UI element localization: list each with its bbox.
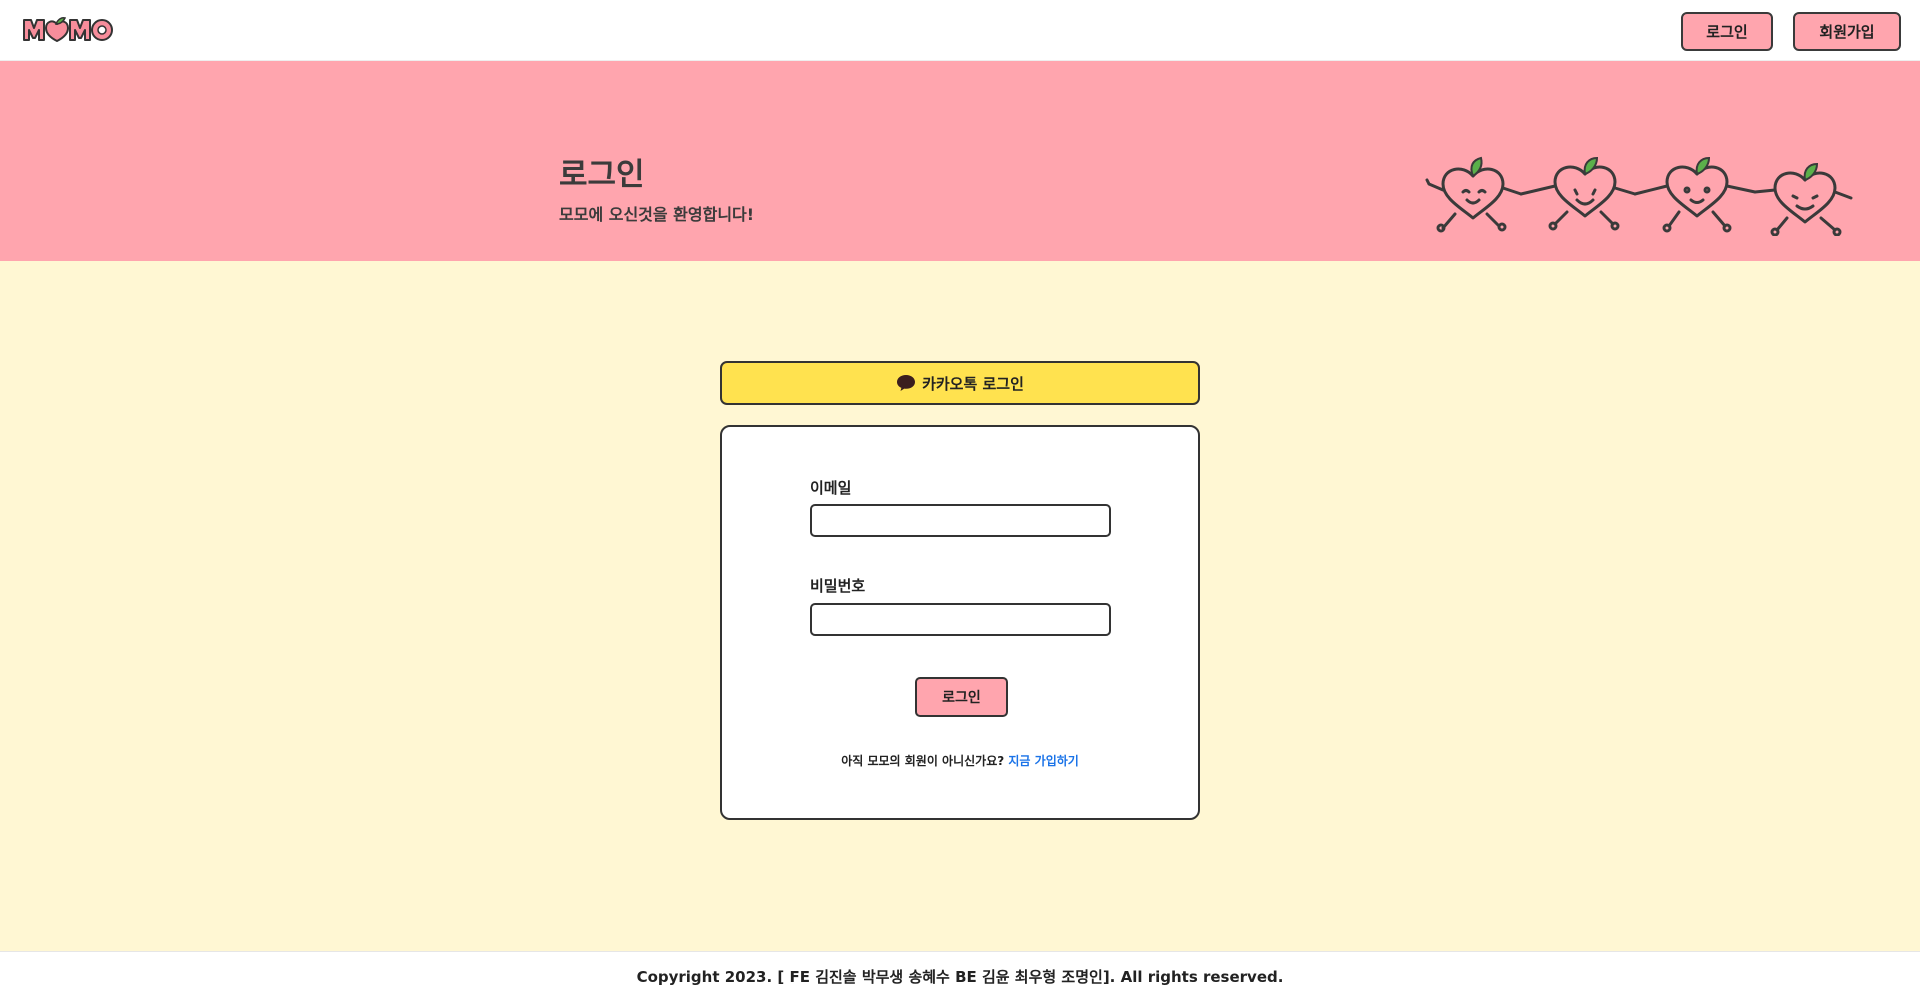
peach-characters-illustration [1425, 156, 1853, 236]
copyright-text: Copyright 2023. [ FE 김진솔 박무생 송혜수 BE 김윤 최… [636, 968, 1284, 986]
header-login-button[interactable]: 로그인 [1681, 12, 1773, 51]
page-subtitle: 모모에 오신것을 환영합니다! [559, 205, 755, 224]
speech-bubble-icon [897, 375, 916, 391]
top-header: 로그인 회원가입 [0, 0, 1920, 61]
kakao-login-label: 카카오톡 로그인 [922, 374, 1024, 393]
password-field[interactable] [810, 603, 1111, 636]
email-field[interactable] [810, 504, 1111, 537]
page-title: 로그인 [559, 157, 645, 193]
signup-prompt-line: 아직 모모의 회원이 아니신가요? 지금 가입하기 [722, 752, 1198, 769]
momo-logo-icon [23, 17, 113, 42]
header-signup-button[interactable]: 회원가입 [1793, 12, 1901, 51]
page-footer: Copyright 2023. [ FE 김진솔 박무생 송혜수 BE 김윤 최… [0, 951, 1920, 1000]
kakao-login-button[interactable]: 카카오톡 로그인 [720, 361, 1200, 405]
login-card: 이메일 비밀번호 로그인 아직 모모의 회원이 아니신가요? 지금 가입하기 [720, 425, 1200, 820]
momo-logo[interactable] [22, 14, 114, 44]
login-submit-button[interactable]: 로그인 [915, 677, 1008, 717]
password-label: 비밀번호 [810, 577, 866, 595]
page-banner: 로그인 모모에 오신것을 환영합니다! [0, 61, 1920, 261]
signup-now-link[interactable]: 지금 가입하기 [1008, 754, 1078, 768]
email-label: 이메일 [810, 479, 852, 497]
signup-prompt-text: 아직 모모의 회원이 아니신가요? [841, 754, 1005, 768]
